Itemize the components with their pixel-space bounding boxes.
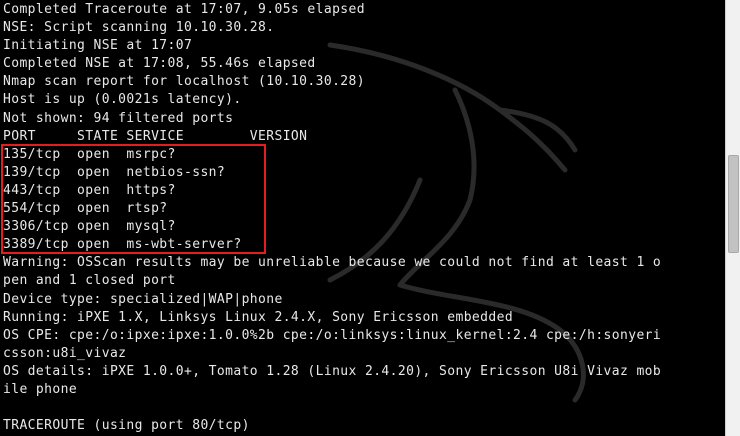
output-line: OS CPE: cpe:/o:ipxe:ipxe:1.0.0%2b cpe:/o… — [3, 327, 662, 343]
output-line: ile phone — [3, 381, 78, 397]
vertical-scrollbar[interactable] — [725, 0, 740, 436]
output-line: Running: iPXE 1.X, Linksys Linux 2.4.X, … — [3, 309, 514, 325]
output-line: Completed Traceroute at 17:07, 9.05s ela… — [3, 2, 365, 17]
scrollbar-thumb[interactable] — [728, 155, 739, 253]
output-line: Initiating NSE at 17:07 — [3, 38, 193, 54]
output-line: Warning: OSScan results may be unreliabl… — [3, 255, 662, 271]
terminal-window[interactable]: Completed Traceroute at 17:07, 9.05s ela… — [0, 0, 725, 436]
open-ports-highlight-box — [1, 144, 266, 254]
output-line: Not shown: 94 filtered ports — [3, 110, 234, 126]
output-line: pen and 1 closed port — [3, 273, 176, 289]
output-line: Host is up (0.0021s latency). — [3, 92, 242, 108]
output-line: csson:u8i_vivaz — [3, 345, 127, 361]
output-line: NSE: Script scanning 10.10.30.28. — [3, 20, 275, 36]
output-line: OS details: iPXE 1.0.0+, Tomato 1.28 (Li… — [3, 363, 662, 379]
output-line: TRACEROUTE (using port 80/tcp) — [3, 418, 250, 434]
output-line: Completed NSE at 17:08, 55.46s elapsed — [3, 56, 316, 72]
output-line: Device type: specialized|WAP|phone — [3, 291, 283, 307]
output-line: Nmap scan report for localhost (10.10.30… — [3, 74, 365, 90]
